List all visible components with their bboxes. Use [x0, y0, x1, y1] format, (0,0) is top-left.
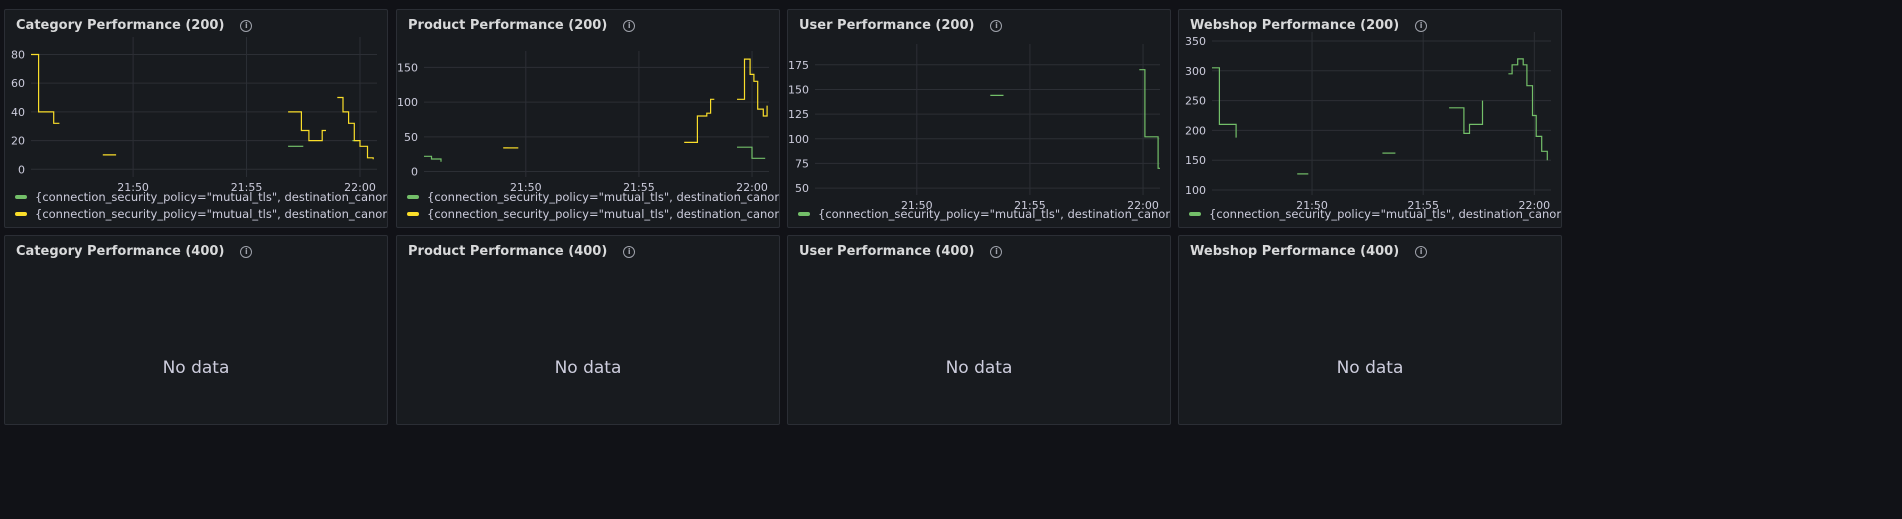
- y-tick-label: 125: [788, 108, 809, 121]
- legend-item-green[interactable]: {connection_security_policy="mutual_tls"…: [1189, 207, 1561, 221]
- legend-swatch: [798, 212, 810, 216]
- y-tick-label: 150: [1185, 154, 1206, 167]
- y-tick-label: 100: [788, 133, 809, 146]
- panel-webshop-200[interactable]: Webshop Performance (200) i 100 150 200 250 3…: [1178, 9, 1562, 228]
- panel-title-text: Category Performance (400): [16, 244, 225, 259]
- panel-title-text: Webshop Performance (400): [1190, 244, 1400, 259]
- y-tick-label: 300: [1185, 65, 1206, 78]
- legend-label: {connection_security_policy="mutual_tls"…: [1209, 207, 1561, 221]
- legend-swatch: [15, 195, 27, 199]
- info-circle-icon[interactable]: i: [1415, 245, 1428, 258]
- y-tick-label: 75: [795, 157, 809, 170]
- legend-item-yellow[interactable]: {connection_security_policy="mutual_tls"…: [15, 207, 387, 221]
- legend-swatch: [15, 212, 27, 216]
- panel-title[interactable]: Webshop Performance (400) i: [1190, 244, 1428, 259]
- y-tick-label: 100: [397, 96, 418, 109]
- no-data-message: No data: [554, 358, 622, 378]
- legend-item-yellow[interactable]: {connection_security_policy="mutual_tls"…: [407, 207, 779, 221]
- y-tick-label: 0: [411, 166, 418, 179]
- info-circle-icon[interactable]: i: [240, 245, 253, 258]
- series-line: [737, 146, 766, 159]
- panel-title-text: Product Performance (400): [408, 244, 608, 259]
- panel-title[interactable]: User Performance (400) i: [799, 244, 1003, 259]
- legend-label: {connection_security_policy="mutual_tls"…: [35, 190, 387, 204]
- panel-product-200[interactable]: Product Performance (200) i 0 50 100 150 21:5…: [396, 9, 780, 228]
- panel-category-400[interactable]: Category Performance (400) i No data: [4, 235, 388, 425]
- no-data-message: No data: [1336, 358, 1404, 378]
- series-line: [1139, 69, 1160, 169]
- info-circle-icon[interactable]: i: [990, 245, 1003, 258]
- legend-label: {connection_security_policy="mutual_tls"…: [427, 190, 779, 204]
- y-tick-label: 150: [397, 61, 418, 74]
- legend-label: {connection_security_policy="mutual_tls"…: [427, 207, 779, 221]
- panel-title[interactable]: Category Performance (400) i: [16, 244, 253, 259]
- legend-swatch: [1189, 212, 1201, 216]
- y-tick-label: 150: [788, 83, 809, 96]
- y-tick-label: 350: [1185, 35, 1206, 48]
- y-tick-label: 60: [11, 77, 25, 90]
- y-tick-label: 100: [1185, 184, 1206, 197]
- legend-item-green[interactable]: {connection_security_policy="mutual_tls"…: [15, 190, 387, 204]
- no-data-message: No data: [945, 358, 1013, 378]
- no-data-message: No data: [162, 358, 230, 378]
- panel-title-text: User Performance (400): [799, 244, 975, 259]
- series-line: [337, 96, 374, 160]
- legend-label: {connection_security_policy="mutual_tls"…: [35, 207, 387, 221]
- info-circle-icon[interactable]: i: [623, 245, 636, 258]
- y-tick-label: 20: [11, 135, 25, 148]
- panel-webshop-400[interactable]: Webshop Performance (400) i No data: [1178, 235, 1562, 425]
- y-tick-label: 200: [1185, 124, 1206, 137]
- series-line: [1449, 100, 1484, 134]
- series-line: [288, 111, 326, 142]
- series-line: [684, 98, 715, 143]
- legend-label: {connection_security_policy="mutual_tls"…: [818, 207, 1170, 221]
- chart-user-200: 507510012515017521:50 21:55 22:00: [788, 44, 1160, 212]
- legend-swatch: [407, 195, 419, 199]
- series-line: [31, 53, 60, 124]
- y-tick-label: 250: [1185, 95, 1206, 108]
- series-line: [1212, 67, 1237, 138]
- panel-title[interactable]: Product Performance (400) i: [408, 244, 636, 259]
- panel-user-400[interactable]: User Performance (400) i No data: [787, 235, 1171, 425]
- panel-product-400[interactable]: Product Performance (400) i No data: [396, 235, 780, 425]
- series-line: [1508, 58, 1548, 161]
- y-tick-label: 80: [11, 48, 25, 61]
- legend-item-green[interactable]: {connection_security_policy="mutual_tls"…: [407, 190, 779, 204]
- y-tick-label: 40: [11, 106, 25, 119]
- y-tick-label: 50: [795, 182, 809, 195]
- legend-swatch: [407, 212, 419, 216]
- y-tick-label: 50: [404, 131, 418, 144]
- chart-webshop-200: 10015020025030035021:50 21:55 22:00: [1185, 32, 1551, 212]
- panel-category-200[interactable]: Category Performance (200) i 0 20 40 60 80 21:…: [4, 9, 388, 228]
- series-line: [424, 155, 442, 162]
- y-tick-label: 0: [18, 163, 25, 176]
- panel-user-200[interactable]: User Performance (200) i 50 75 100 125 150 175…: [787, 9, 1171, 228]
- y-tick-label: 175: [788, 59, 809, 72]
- legend-item-green[interactable]: {connection_security_policy="mutual_tls"…: [798, 207, 1170, 221]
